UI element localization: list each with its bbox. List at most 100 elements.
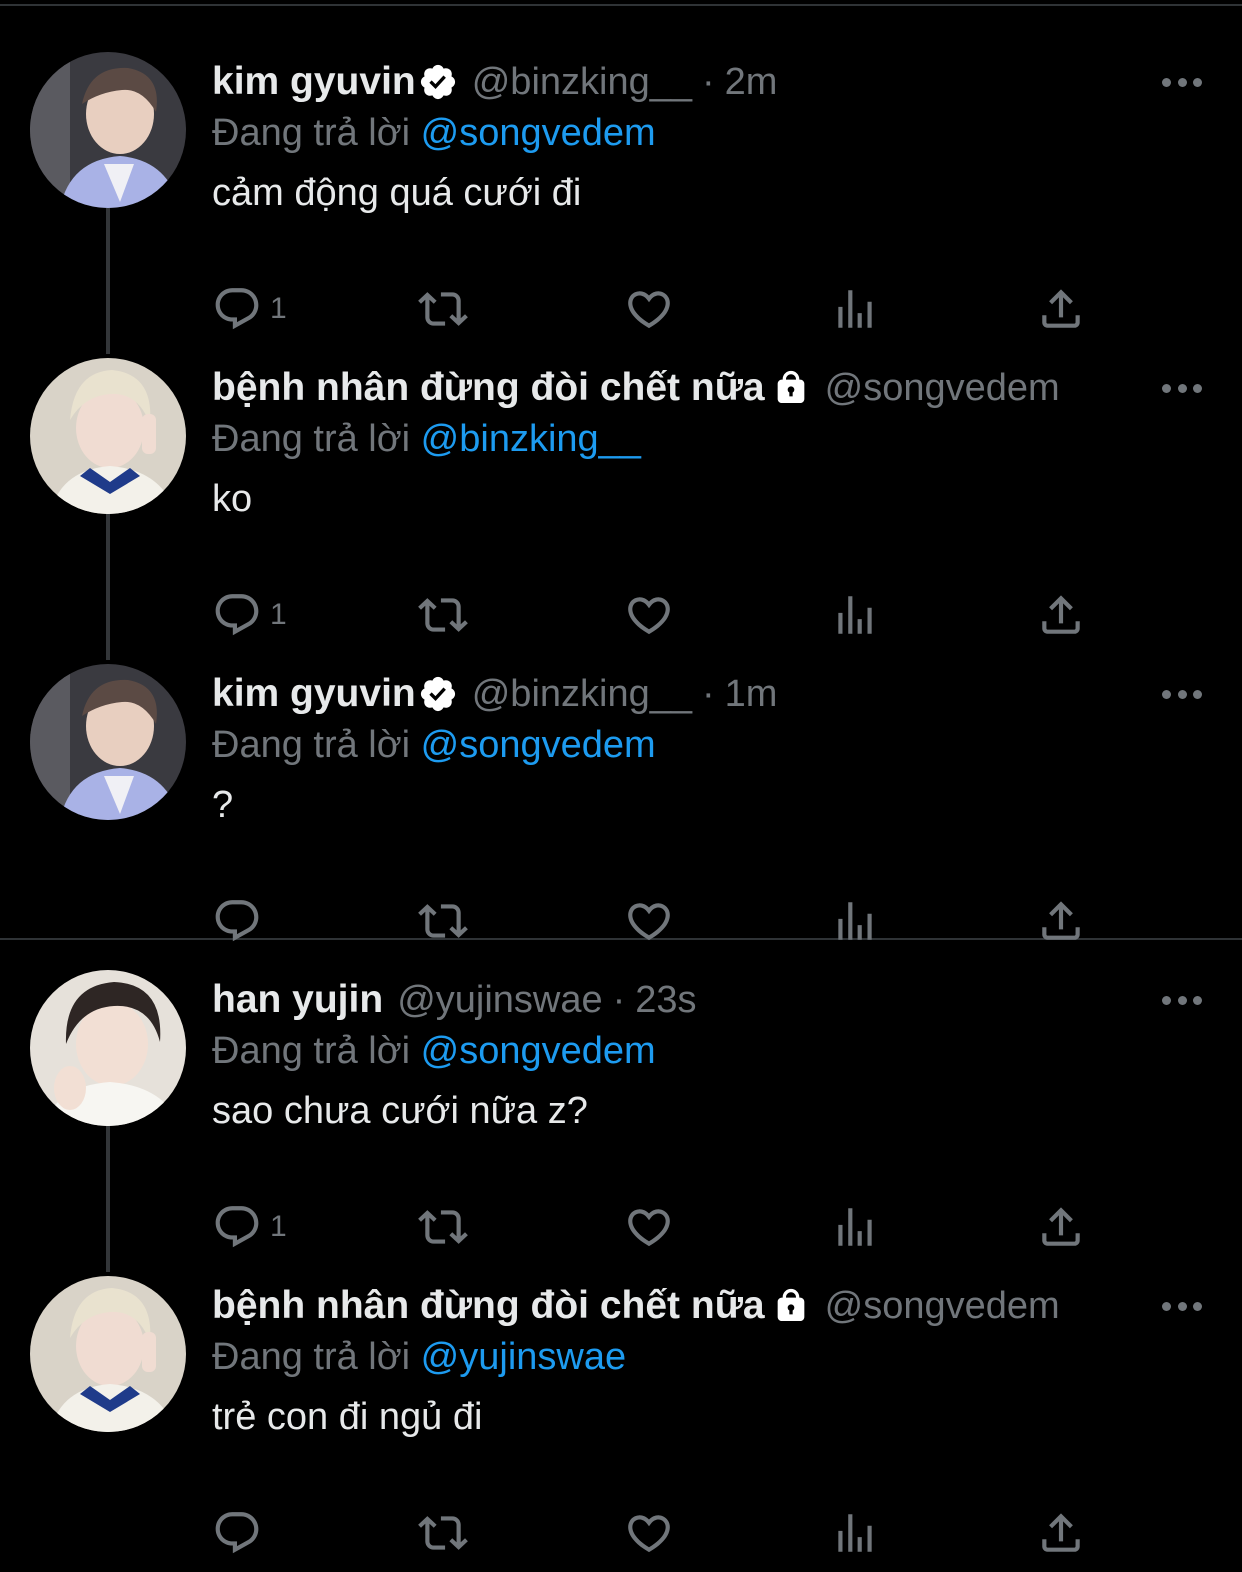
action-bar: 1 <box>212 1202 1092 1252</box>
reply-icon <box>212 284 262 334</box>
views-button[interactable] <box>830 590 880 640</box>
reply-icon <box>212 896 262 946</box>
reply-button[interactable]: 1 <box>212 284 287 334</box>
views-button[interactable] <box>830 1508 880 1558</box>
tweet[interactable]: kim gyuvin @binzking__ · 2m Đang trả lời… <box>0 42 1242 348</box>
views-button[interactable] <box>830 284 880 334</box>
verified-badge-icon <box>418 62 458 102</box>
retweet-icon <box>418 590 468 640</box>
lock-icon <box>771 368 811 408</box>
action-bar <box>212 896 1092 946</box>
reply-label: Đang trả lời <box>212 1336 411 1378</box>
retweet-icon <box>418 284 468 334</box>
reply-button[interactable] <box>212 896 270 946</box>
share-button[interactable] <box>1036 590 1086 640</box>
top-divider <box>0 4 1242 6</box>
views-button[interactable] <box>830 896 880 946</box>
reply-mention-link[interactable]: @binzking__ <box>421 418 641 460</box>
like-button[interactable] <box>624 896 674 946</box>
share-button[interactable] <box>1036 896 1086 946</box>
retweet-icon <box>418 1202 468 1252</box>
share-button[interactable] <box>1036 284 1086 334</box>
reply-mention-link[interactable]: @songvedem <box>421 112 656 154</box>
tweet[interactable]: bệnh nhân đừng đòi chết nữa @songvedem Đ… <box>0 1266 1242 1572</box>
tweet-text: sao chưa cưới nữa z? <box>212 1090 588 1132</box>
reply-context: Đang trả lời @songvedem <box>212 724 656 767</box>
reply-mention-link[interactable]: @songvedem <box>421 1030 656 1072</box>
share-icon <box>1036 896 1086 946</box>
display-name[interactable]: kim gyuvin <box>212 60 416 104</box>
reply-label: Đang trả lời <box>212 418 411 460</box>
tweet-header: kim gyuvin @binzking__ · 2m <box>212 57 777 107</box>
reply-mention-link[interactable]: @yujinswae <box>421 1336 626 1378</box>
reply-button[interactable]: 1 <box>212 1202 287 1252</box>
separator-dot: · <box>612 978 626 1021</box>
reply-icon <box>212 1508 262 1558</box>
more-icon[interactable] <box>1162 370 1202 406</box>
tweet[interactable]: han yujin @yujinswae · 23s Đang trả lời … <box>0 960 1242 1266</box>
share-icon <box>1036 1508 1086 1558</box>
tweet-header: kim gyuvin @binzking__ · 1m <box>212 669 777 719</box>
user-handle[interactable]: @songvedem <box>825 1285 1060 1328</box>
user-handle[interactable]: @binzking__ <box>472 673 692 716</box>
more-icon[interactable] <box>1162 982 1202 1018</box>
user-handle[interactable]: @yujinswae <box>397 979 602 1022</box>
tweet[interactable]: kim gyuvin @binzking__ · 1m Đang trả lời… <box>0 654 1242 960</box>
share-icon <box>1036 590 1086 640</box>
reply-button[interactable]: 1 <box>212 590 287 640</box>
views-icon <box>830 590 880 640</box>
reply-count: 1 <box>270 598 287 631</box>
reply-icon <box>212 1202 262 1252</box>
avatar[interactable] <box>30 664 186 820</box>
tweet[interactable]: bệnh nhân đừng đòi chết nữa @songvedem Đ… <box>0 348 1242 654</box>
like-button[interactable] <box>624 1508 674 1558</box>
avatar[interactable] <box>30 52 186 208</box>
like-button[interactable] <box>624 1202 674 1252</box>
avatar[interactable] <box>30 358 186 514</box>
retweet-button[interactable] <box>418 1202 468 1252</box>
reply-mention-link[interactable]: @songvedem <box>421 724 656 766</box>
timestamp[interactable]: 1m <box>725 673 778 716</box>
like-icon <box>624 896 674 946</box>
user-handle[interactable]: @songvedem <box>825 367 1060 410</box>
share-button[interactable] <box>1036 1202 1086 1252</box>
retweet-button[interactable] <box>418 590 468 640</box>
views-button[interactable] <box>830 1202 880 1252</box>
verified-badge-icon <box>418 674 458 714</box>
reply-label: Đang trả lời <box>212 1030 411 1072</box>
tweet-header: han yujin @yujinswae · 23s <box>212 975 697 1025</box>
share-icon <box>1036 1202 1086 1252</box>
reply-context: Đang trả lời @yujinswae <box>212 1336 626 1379</box>
retweet-button[interactable] <box>418 896 468 946</box>
separator-dot: · <box>702 672 715 715</box>
more-icon[interactable] <box>1162 676 1202 712</box>
display-name[interactable]: bệnh nhân đừng đòi chết nữa <box>212 1284 765 1328</box>
tweet-header: bệnh nhân đừng đòi chết nữa @songvedem <box>212 1281 1060 1331</box>
retweet-button[interactable] <box>418 284 468 334</box>
views-icon <box>830 1202 880 1252</box>
display-name[interactable]: han yujin <box>212 978 383 1022</box>
tweet-text: trẻ con đi ngủ đi <box>212 1396 483 1438</box>
user-handle[interactable]: @binzking__ <box>472 61 692 104</box>
tweet-text: ? <box>212 784 234 826</box>
tweet-header: bệnh nhân đừng đòi chết nữa @songvedem <box>212 363 1060 413</box>
display-name[interactable]: kim gyuvin <box>212 672 416 716</box>
reply-label: Đang trả lời <box>212 724 411 766</box>
share-button[interactable] <box>1036 1508 1086 1558</box>
reply-icon <box>212 590 262 640</box>
timestamp[interactable]: 23s <box>635 979 696 1022</box>
like-button[interactable] <box>624 590 674 640</box>
avatar[interactable] <box>30 970 186 1126</box>
like-button[interactable] <box>624 284 674 334</box>
more-icon[interactable] <box>1162 64 1202 100</box>
action-bar: 1 <box>212 590 1092 640</box>
more-icon[interactable] <box>1162 1288 1202 1324</box>
views-icon <box>830 896 880 946</box>
retweet-button[interactable] <box>418 1508 468 1558</box>
display-name[interactable]: bệnh nhân đừng đòi chết nữa <box>212 366 765 410</box>
reply-button[interactable] <box>212 1508 270 1558</box>
retweet-icon <box>418 1508 468 1558</box>
timestamp[interactable]: 2m <box>725 61 778 104</box>
action-bar <box>212 1508 1092 1558</box>
avatar[interactable] <box>30 1276 186 1432</box>
